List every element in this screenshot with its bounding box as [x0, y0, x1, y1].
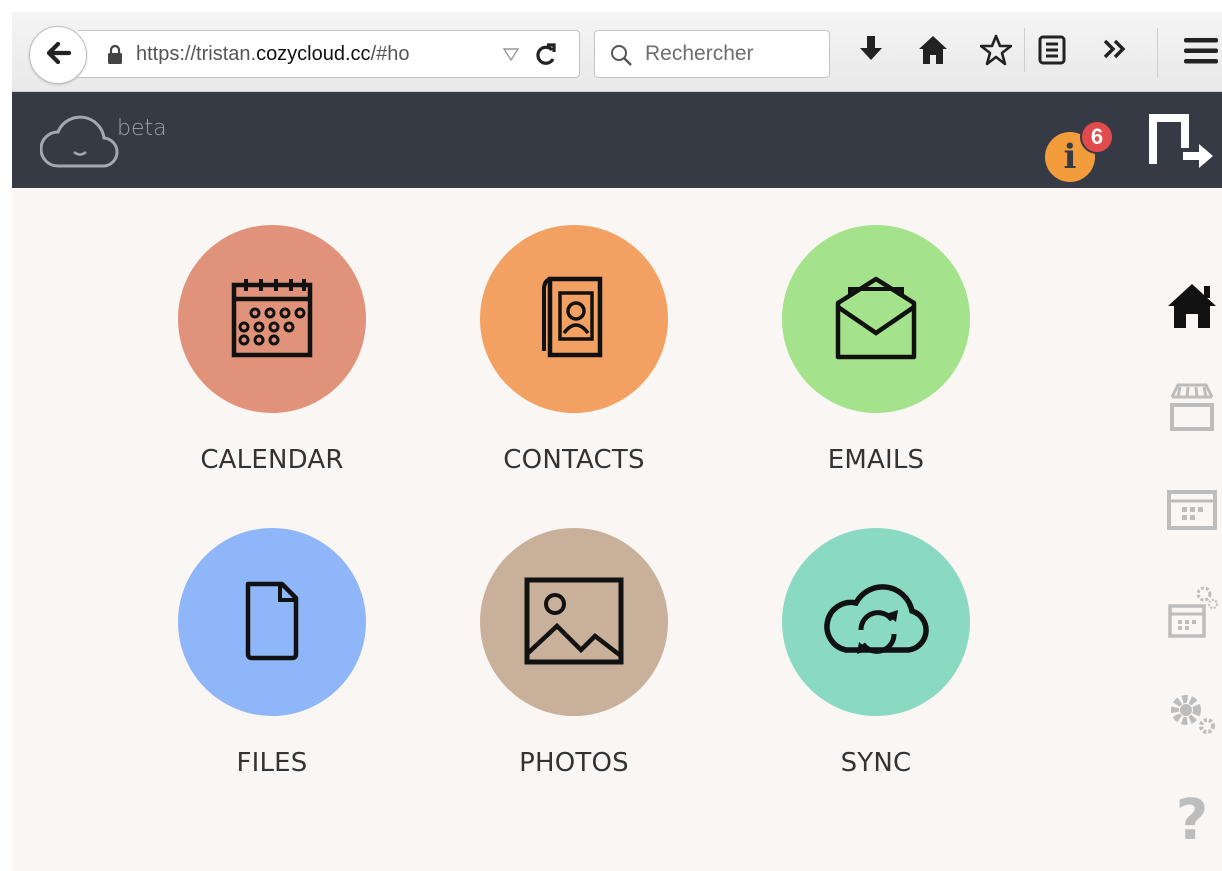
app-circle-files[interactable] — [178, 528, 366, 716]
files-icon — [222, 570, 322, 675]
url-dropdown-icon[interactable] — [502, 45, 520, 68]
nav-item-store[interactable] — [1162, 380, 1222, 440]
app-tile-contacts[interactable]: CONTACTS — [459, 225, 689, 485]
url-bar[interactable]: https://tristan.cozycloud.cc/#ho — [78, 30, 580, 78]
search-input[interactable] — [645, 40, 821, 68]
app-circle-emails[interactable] — [782, 225, 970, 413]
calendar-grid-icon — [1166, 489, 1218, 536]
home-browser-icon[interactable] — [918, 34, 948, 71]
app-settings-icon — [1166, 584, 1218, 645]
help-icon: ? — [1175, 787, 1209, 853]
cozy-logo-icon[interactable] — [39, 106, 120, 175]
app-label-sync[interactable]: SYNC — [761, 748, 991, 778]
contacts-icon — [524, 267, 624, 372]
app-tile-emails[interactable]: EMAILS — [761, 225, 991, 485]
photos-icon — [519, 570, 629, 675]
logo-beta-label: beta — [117, 116, 167, 141]
app-label-photos[interactable]: PHOTOS — [459, 748, 689, 778]
gears-icon — [1166, 690, 1218, 743]
app-circle-photos[interactable] — [480, 528, 668, 716]
bookmark-star-icon[interactable] — [979, 34, 1013, 71]
store-icon — [1166, 383, 1218, 438]
app-label-calendar[interactable]: CALENDAR — [157, 445, 387, 475]
lock-icon — [106, 44, 124, 70]
main-content: CALENDAR CONTACTS EMAILS FILES PHOTOS SY… — [12, 188, 1222, 871]
app-tile-files[interactable]: FILES — [157, 528, 387, 788]
hamburger-menu-icon[interactable] — [1184, 38, 1218, 69]
toolbar-separator — [1024, 28, 1026, 77]
nav-item-help[interactable]: ? — [1162, 787, 1222, 853]
notifications-button[interactable]: i 6 — [1042, 120, 1114, 182]
app-tile-sync[interactable]: SYNC — [761, 528, 991, 788]
arrow-left-icon — [43, 38, 73, 73]
app-circle-calendar[interactable] — [178, 225, 366, 413]
nav-item-applications[interactable] — [1162, 482, 1222, 542]
nav-item-home[interactable] — [1162, 278, 1222, 338]
app-circle-contacts[interactable] — [480, 225, 668, 413]
toolbar-divider — [1157, 28, 1158, 78]
app-label-emails[interactable]: EMAILS — [761, 445, 991, 475]
url-text[interactable]: https://tristan.cozycloud.cc/#ho — [136, 43, 410, 66]
search-bar[interactable] — [594, 30, 830, 78]
sync-icon — [816, 570, 936, 675]
logout-icon[interactable] — [1149, 112, 1215, 177]
nav-item-app-settings[interactable] — [1162, 584, 1222, 644]
reload-icon[interactable] — [532, 41, 560, 74]
app-tile-photos[interactable]: PHOTOS — [459, 528, 689, 788]
app-label-files[interactable]: FILES — [157, 748, 387, 778]
app-tile-calendar[interactable]: CALENDAR — [157, 225, 387, 485]
app-header: beta i 6 — [12, 92, 1222, 188]
emails-icon — [826, 267, 926, 372]
app-circle-sync[interactable] — [782, 528, 970, 716]
nav-item-settings[interactable] — [1162, 686, 1222, 746]
overflow-chevrons-icon[interactable] — [1102, 38, 1128, 65]
download-icon[interactable] — [858, 34, 884, 71]
notifications-badge: 6 — [1080, 120, 1114, 154]
browser-toolbar: https://tristan.cozycloud.cc/#ho — [12, 12, 1222, 92]
app-label-contacts[interactable]: CONTACTS — [459, 445, 689, 475]
back-button[interactable] — [29, 26, 87, 84]
home-icon — [1166, 282, 1218, 335]
reading-list-icon[interactable] — [1038, 34, 1066, 71]
search-icon — [609, 43, 633, 72]
calendar-icon — [222, 267, 322, 372]
